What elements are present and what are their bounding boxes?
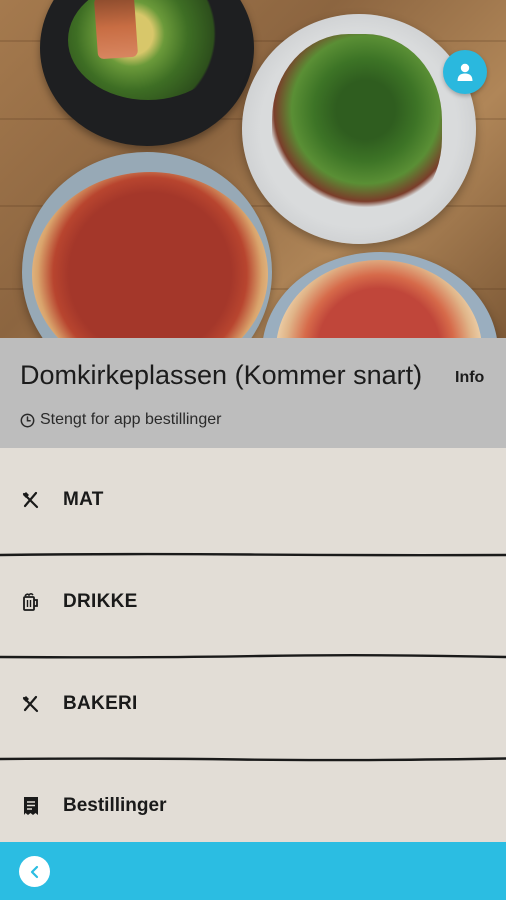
profile-button[interactable] — [443, 50, 487, 94]
pizza-dish — [22, 152, 272, 338]
receipt-icon — [20, 795, 42, 817]
status-text: Stengt for app bestillinger — [40, 411, 222, 428]
cutlery-icon — [20, 693, 42, 715]
menu-item-mat[interactable]: MAT — [0, 450, 506, 550]
info-button[interactable]: Info — [455, 369, 484, 387]
menu-item-bakeri[interactable]: BAKERI — [0, 654, 506, 754]
cutlery-icon — [20, 489, 42, 511]
menu-item-label: Bestillinger — [63, 795, 167, 816]
vegetable-dish — [242, 14, 476, 244]
order-status: Stengt for app bestillinger — [20, 411, 221, 429]
bottom-bar — [0, 842, 506, 900]
menu-item-bestillinger[interactable]: Bestillinger — [0, 756, 506, 856]
menu-item-label: MAT — [63, 489, 104, 510]
menu-item-label: BAKERI — [63, 693, 138, 714]
menu-item-label: DRIKKE — [63, 591, 138, 612]
hero-food-image — [0, 0, 506, 338]
clock-icon — [20, 413, 35, 427]
user-icon — [457, 63, 473, 81]
pizza-dish-2 — [262, 252, 498, 338]
beer-mug-icon — [20, 591, 42, 613]
salmon-dish — [40, 0, 254, 146]
location-title: Domkirkeplassen (Kommer snart) — [20, 360, 423, 390]
chevron-left-icon — [30, 865, 38, 878]
location-header — [0, 338, 506, 448]
menu-item-drikke[interactable]: DRIKKE — [0, 552, 506, 652]
back-button[interactable] — [19, 856, 50, 887]
